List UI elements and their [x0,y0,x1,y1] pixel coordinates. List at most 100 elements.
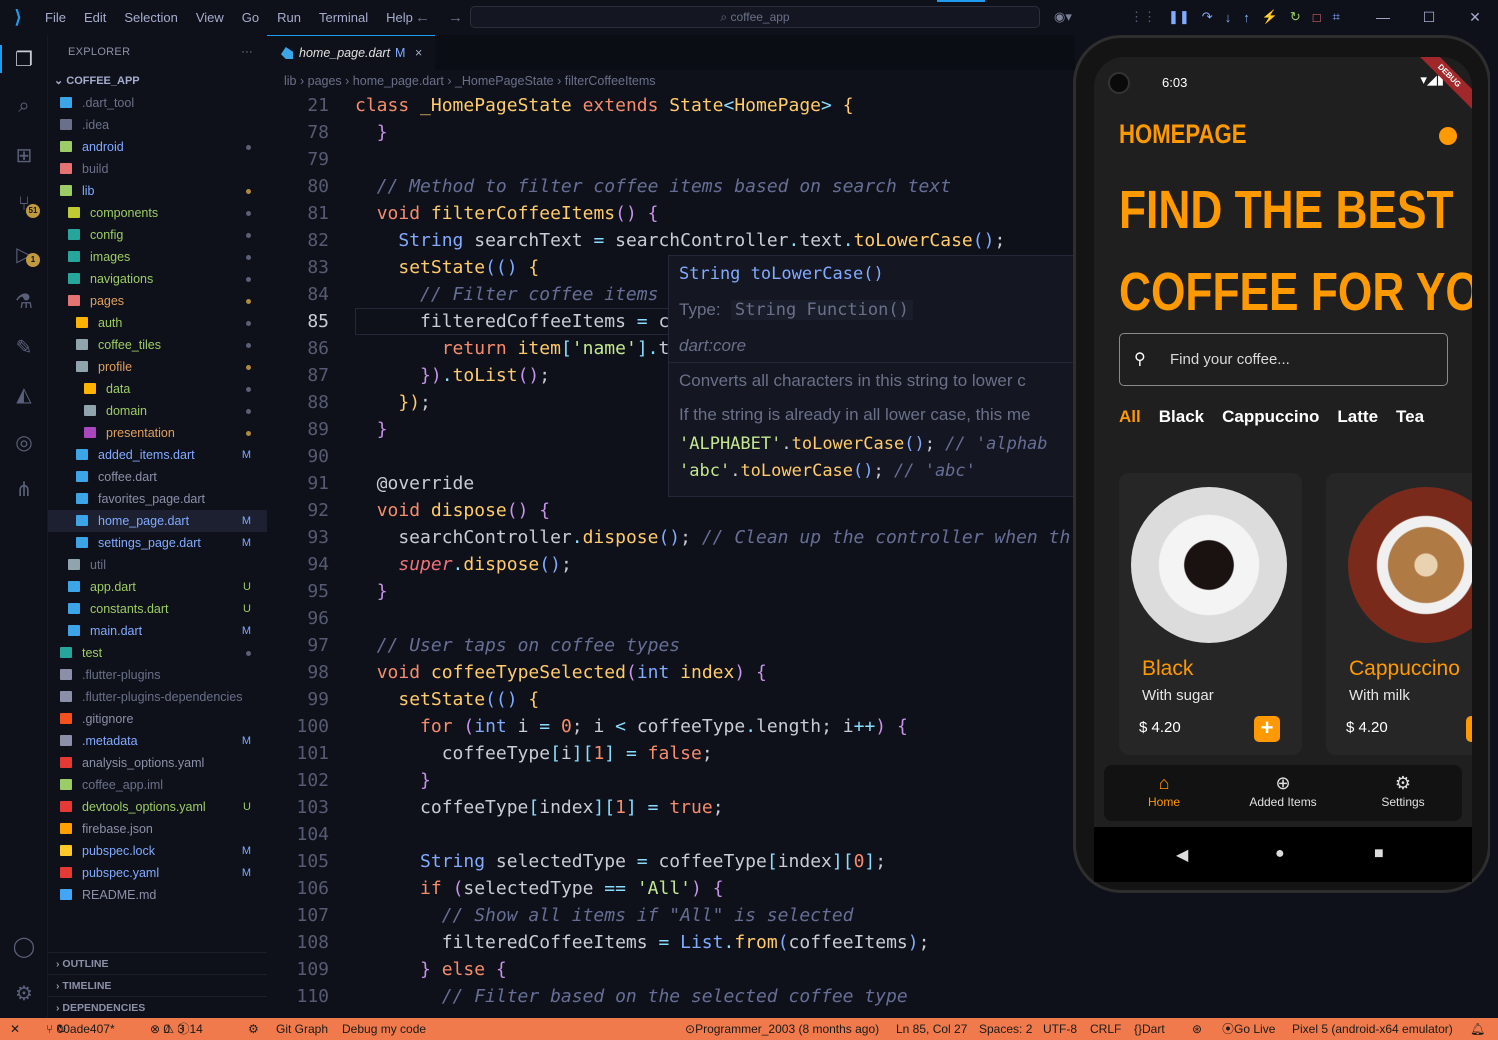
pause-icon[interactable]: ❚❚ [1168,9,1190,25]
tree-item[interactable]: .flutter-plugins-dependencies [48,686,267,708]
home-circle-icon[interactable]: ● [1275,845,1285,863]
tree-item[interactable]: firebase.json [48,818,267,840]
tree-item[interactable]: settings_page.dart M [48,532,267,554]
tree-item[interactable]: app.dart U [48,576,267,598]
tree-item[interactable]: build [48,158,267,180]
close-icon[interactable]: ✕ [1452,0,1498,35]
edit-icon[interactable]: ✎ [10,333,38,361]
devtools-icon[interactable]: ⌗ [1333,9,1340,25]
restart-icon[interactable]: ↻ [1290,9,1301,25]
command-center-search[interactable]: ⌕ coffee_app [470,6,1040,28]
drag-handle-icon[interactable]: ⋮⋮ [1130,9,1156,25]
search-icon[interactable]: ⌕ [10,92,38,120]
line-endings[interactable]: CRLF [1090,1018,1121,1040]
type-tab-cappuccino[interactable]: Cappuccino [1222,407,1319,427]
breadcrumb-item[interactable]: _HomePageState [455,74,554,88]
tab-home-page[interactable]: home_page.dart M × [267,35,435,70]
encoding[interactable]: UTF-8 [1043,1018,1077,1040]
type-tab-tea[interactable]: Tea [1396,407,1424,427]
profile-avatar-icon[interactable] [1439,127,1457,145]
tree-item[interactable]: components [48,202,267,224]
step-into-icon[interactable]: ↓ [1225,10,1232,25]
breadcrumb-item[interactable]: filterCoffeeItems [565,74,656,88]
menu-item-run[interactable]: Run [268,0,310,35]
testing-icon[interactable]: ⚗ [10,287,38,315]
tree-item[interactable]: added_items.dart M [48,444,267,466]
coffee-search-input[interactable]: ⚲ Find your coffee... [1119,333,1448,386]
tree-item[interactable]: main.dart M [48,620,267,642]
language-mode[interactable]: {} Dart [1134,1018,1165,1040]
git-blame[interactable]: ⊙ Programmer_2003 (8 months ago) [685,1018,879,1040]
tree-item[interactable]: favorites_page.dart [48,488,267,510]
copilot-status-icon[interactable]: ⊛ [1192,1018,1202,1040]
recents-square-icon[interactable]: ■ [1374,845,1384,863]
tree-item[interactable]: util [48,554,267,576]
debug-icon[interactable]: ⚙ [248,1018,259,1040]
tree-item[interactable]: android [48,136,267,158]
minimize-icon[interactable]: — [1360,0,1406,35]
hot-reload-icon[interactable]: ⚡ [1262,9,1278,25]
tree-item[interactable]: lib [48,180,267,202]
nav-home[interactable]: ⌂ Home [1114,773,1214,809]
notifications-bell-icon[interactable]: 🔔︎ [1470,1018,1485,1040]
tree-item[interactable]: coffee_app.iml [48,774,267,796]
breadcrumb-item[interactable]: home_page.dart [353,74,444,88]
copilot-icon[interactable]: ◉▾ [1054,9,1072,25]
git-graph-icon[interactable]: ⋔ [10,475,38,503]
forward-arrow-icon[interactable]: → [448,9,463,26]
panel-outline[interactable]: › OUTLINE [48,952,267,974]
tree-item[interactable]: constants.dart U [48,598,267,620]
stop-icon[interactable]: □ [1313,10,1321,25]
tree-item[interactable]: README.md [48,884,267,906]
breadcrumb-item[interactable]: lib [284,74,297,88]
cursor-position[interactable]: Ln 85, Col 27 [896,1018,967,1040]
back-arrow-icon[interactable]: ← [415,9,430,26]
account-icon[interactable]: ◯ [10,932,38,960]
tree-item[interactable]: navigations [48,268,267,290]
tree-item[interactable]: profile [48,356,267,378]
more-actions-icon[interactable]: ··· [241,35,253,70]
step-over-icon[interactable]: ↷ [1202,9,1213,25]
back-triangle-icon[interactable]: ◀ [1176,845,1188,865]
tree-item[interactable]: pubspec.lock M [48,840,267,862]
type-tab-all[interactable]: All [1119,407,1141,427]
code-editor[interactable]: 21 class _HomePageState extends State<Hom… [267,92,1075,1010]
tree-item[interactable]: .gitignore [48,708,267,730]
tree-item[interactable]: auth [48,312,267,334]
tree-item[interactable]: presentation [48,422,267,444]
type-tab-black[interactable]: Black [1159,407,1204,427]
menu-item-edit[interactable]: Edit [75,0,115,35]
flutter-icon[interactable]: ◭ [10,380,38,408]
tree-item[interactable]: analysis_options.yaml [48,752,267,774]
maximize-icon[interactable]: ☐ [1406,0,1452,35]
panel-dependencies[interactable]: › DEPENDENCIES [48,996,267,1018]
tree-item[interactable]: coffee_tiles [48,334,267,356]
tree-item[interactable]: home_page.dart M [48,510,267,532]
github-icon[interactable]: ◎ [10,428,38,456]
tree-item[interactable]: .metadata M [48,730,267,752]
tree-item[interactable]: .dart_tool [48,92,267,114]
explorer-icon[interactable]: ❐ [10,45,38,73]
tree-item[interactable]: pages [48,290,267,312]
panel-timeline[interactable]: › TIMELINE [48,974,267,996]
menu-item-file[interactable]: File [36,0,75,35]
flutter-device[interactable]: Pixel 5 (android-x64 emulator) [1292,1018,1453,1040]
tree-item[interactable]: .flutter-plugins [48,664,267,686]
breadcrumb-item[interactable]: pages [308,74,342,88]
menu-item-selection[interactable]: Selection [115,0,186,35]
project-root[interactable]: ⌄ COFFEE_APP [48,70,267,92]
tree-item[interactable]: domain [48,400,267,422]
coffee-card-black[interactable]: Black With sugar $ 4.20 + [1119,473,1302,755]
settings-gear-icon[interactable]: ⚙ [10,979,38,1007]
extensions-icon[interactable]: ⊞ [10,141,38,169]
nav-added-items[interactable]: ⊕ Added Items [1233,773,1333,809]
coffee-card-cappuccino[interactable]: Cappuccino With milk $ 4.20 + [1326,473,1472,755]
problems-indicator[interactable]: ⊗ 0 ⚠ 3 ⓘ 14 [150,1018,203,1040]
add-button[interactable]: + [1254,716,1280,742]
indentation[interactable]: Spaces: 2 [979,1018,1032,1040]
git-graph-status[interactable]: Git Graph [276,1018,328,1040]
type-tab-latte[interactable]: Latte [1337,407,1378,427]
tab-close-icon[interactable]: × [415,36,422,71]
tree-item[interactable]: pubspec.yaml M [48,862,267,884]
add-button[interactable]: + [1466,716,1472,742]
